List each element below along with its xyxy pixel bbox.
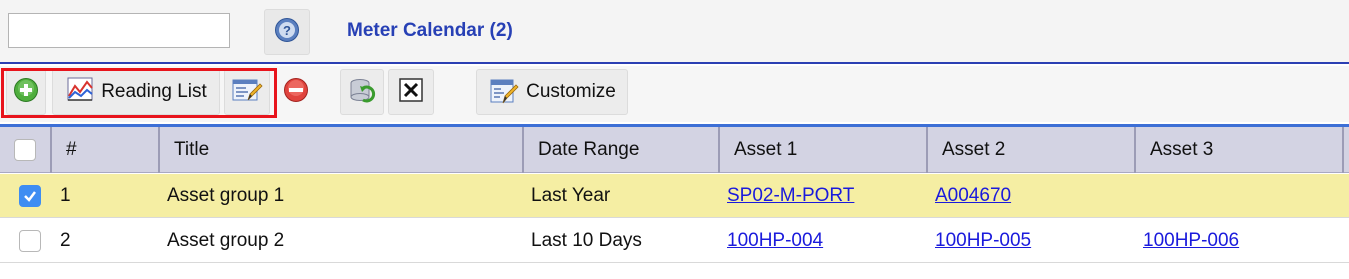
row-number: 1 [60,185,71,206]
asset-link[interactable]: A004670 [935,185,1011,207]
close-button[interactable] [388,69,434,115]
customize-button[interactable]: Customize [476,69,628,115]
asset-link[interactable]: 100HP-005 [935,230,1031,252]
close-box-icon [399,77,423,107]
toolbar: Reading List Customize [0,66,1349,122]
header-bar: ? Meter Calendar (2) [0,0,1349,64]
row-date-range: Last Year [531,185,611,206]
add-circle-icon [13,77,39,108]
remove-circle-icon [283,77,309,108]
column-header-asset-3[interactable]: Asset 3 [1136,127,1344,173]
add-button[interactable] [6,69,46,115]
table-row[interactable]: 1 Asset group 1 Last Year SP02-M-PORT A0… [0,174,1349,218]
row-date-range: Last 10 Days [531,230,642,251]
table-row[interactable]: 2 Asset group 2 Last 10 Days 100HP-004 1… [0,219,1349,263]
refresh-icon [347,76,377,109]
data-grid: # Title Date Range Asset 1 Asset 2 Asset… [0,124,1349,279]
grid-header: # Title Date Range Asset 1 Asset 2 Asset… [0,127,1349,173]
refresh-button[interactable] [340,69,384,115]
column-header-asset-2[interactable]: Asset 2 [928,127,1136,173]
row-checkbox[interactable] [19,230,41,252]
customize-icon [488,75,520,110]
asset-link[interactable]: 100HP-004 [727,230,823,252]
column-header-date-range[interactable]: Date Range [524,127,720,173]
row-title: Asset group 2 [167,230,285,251]
chart-icon [65,76,95,109]
row-title: Asset group 1 [167,185,285,206]
delete-button[interactable] [276,69,316,115]
reading-list-label: Reading List [101,81,207,102]
asset-link[interactable]: 100HP-006 [1143,230,1239,252]
reading-list-button[interactable]: Reading List [52,69,220,115]
search-input[interactable] [8,13,230,48]
page-title: Meter Calendar (2) [347,20,513,41]
select-all-checkbox[interactable] [14,139,36,161]
row-checkbox-cell[interactable] [19,219,41,263]
row-checkbox[interactable] [19,185,41,207]
svg-text:?: ? [283,23,291,38]
edit-button[interactable] [224,69,270,115]
column-header-title[interactable]: Title [160,127,524,173]
header-select-all[interactable] [0,127,52,173]
edit-form-icon [231,76,263,109]
asset-link[interactable]: SP02-M-PORT [727,185,854,207]
customize-label: Customize [526,81,616,102]
help-question-icon: ? [274,17,300,48]
row-checkbox-cell[interactable] [19,174,41,218]
row-number: 2 [60,230,71,251]
column-header-number[interactable]: # [52,127,160,173]
help-button[interactable]: ? [264,9,310,55]
column-header-asset-1[interactable]: Asset 1 [720,127,928,173]
checkmark-icon [24,191,36,202]
